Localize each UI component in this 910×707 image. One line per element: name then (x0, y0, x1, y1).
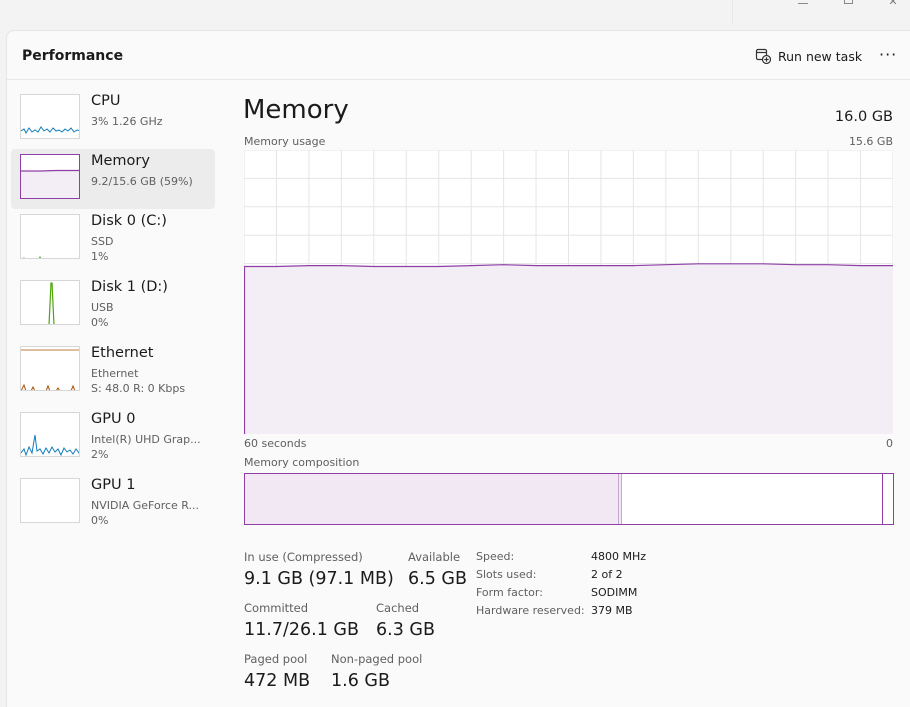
sidebar-item-label: Disk 1 (D:) (91, 279, 168, 295)
composition-in-use (245, 474, 621, 524)
non-paged-pool-value: 1.6 GB (331, 671, 390, 691)
usage-area (244, 263, 893, 434)
cpu-thumbnail (20, 94, 80, 139)
sidebar-item-ethernet[interactable]: Ethernet Ethernet S: 48.0 R: 0 Kbps (11, 341, 215, 401)
time-axis-end: 0 (886, 437, 893, 450)
title-bar: ✕ (0, 0, 910, 30)
sidebar-item-detail: 0% (91, 514, 109, 527)
usage-graph-max: 15.6 GB (848, 135, 893, 148)
available-value: 6.5 GB (408, 569, 467, 589)
sidebar-item-gpu-0[interactable]: GPU 0 Intel(R) UHD Grap... 2% (11, 407, 215, 467)
sidebar-item-gpu-1[interactable]: GPU 1 NVIDIA GeForce R... 0% (11, 473, 215, 533)
sidebar-item-label: CPU (91, 93, 121, 109)
sidebar-item-detail: USB (91, 301, 114, 314)
sidebar-item-detail: 9.2/15.6 GB (59%) (91, 175, 193, 188)
sidebar-item-label: Memory (91, 153, 150, 169)
composition-standby-separator (621, 474, 622, 524)
speed-label: Speed: (476, 550, 515, 563)
sidebar-item-detail: S: 48.0 R: 0 Kbps (91, 382, 186, 395)
title-bar-separator (732, 0, 733, 24)
paged-pool-label: Paged pool (244, 652, 308, 666)
performance-panel: Performance Run new task ··· CPU 3% 1.26… (6, 30, 910, 707)
committed-value: 11.7/26.1 GB (244, 620, 359, 640)
sidebar-item-label: Disk 0 (C:) (91, 213, 167, 229)
gpu-1-thumbnail (20, 478, 80, 523)
page-title: Performance (22, 48, 124, 64)
sidebar-item-detail: Intel(R) UHD Grap... (91, 433, 201, 446)
hardware-reserved-value: 379 MB (591, 604, 633, 617)
time-axis-label: 60 seconds (244, 437, 307, 450)
sidebar-item-disk-1[interactable]: Disk 1 (D:) USB 0% (11, 275, 215, 335)
form-factor-label: Form factor: (476, 586, 543, 599)
composition-free-separator (882, 474, 883, 524)
available-label: Available (408, 550, 461, 564)
committed-label: Committed (244, 601, 309, 615)
panel-header: Performance Run new task ··· (7, 31, 910, 80)
run-task-icon (755, 48, 771, 64)
in-use-value: 9.1 GB (97.1 MB) (244, 569, 394, 589)
sidebar-item-detail: 2% (91, 448, 109, 461)
memory-composition-bar (244, 473, 894, 525)
sidebar-item-label: Ethernet (91, 345, 154, 361)
sidebar-item-cpu[interactable]: CPU 3% 1.26 GHz (11, 89, 215, 149)
disk-1-thumbnail (20, 280, 80, 325)
close-button[interactable]: ✕ (883, 0, 903, 8)
in-use-label: In use (Compressed) (244, 550, 363, 564)
form-factor-value: SODIMM (591, 586, 638, 599)
run-new-task-button[interactable]: Run new task (755, 46, 862, 66)
sidebar-item-memory[interactable]: Memory 9.2/15.6 GB (59%) (11, 149, 215, 209)
sidebar-item-disk-0[interactable]: Disk 0 (C:) SSD 1% (11, 209, 215, 269)
non-paged-pool-label: Non-paged pool (331, 652, 423, 666)
run-new-task-label: Run new task (778, 48, 863, 64)
paged-pool-value: 472 MB (244, 671, 311, 691)
usage-graph-label: Memory usage (244, 135, 326, 148)
minimize-icon (798, 2, 808, 4)
slots-used-label: Slots used: (476, 568, 537, 581)
minimize-button[interactable] (793, 0, 813, 8)
sidebar-item-detail: 3% 1.26 GHz (91, 115, 163, 128)
speed-value: 4800 MHz (591, 550, 647, 563)
memory-usage-graph (244, 150, 893, 434)
resource-title: Memory (243, 95, 349, 125)
slots-used-value: 2 of 2 (591, 568, 623, 581)
sidebar-item-label: GPU 0 (91, 411, 136, 427)
composition-modified-separator (618, 474, 619, 524)
sidebar-item-detail: 1% (91, 250, 109, 263)
maximize-icon (843, 0, 853, 4)
ethernet-thumbnail (20, 346, 80, 391)
sidebar-item-detail: NVIDIA GeForce R... (91, 499, 200, 512)
hardware-reserved-label: Hardware reserved: (476, 604, 585, 617)
more-options-button[interactable]: ··· (879, 45, 897, 64)
maximize-button[interactable] (838, 0, 858, 8)
cached-label: Cached (376, 601, 420, 615)
gpu-0-thumbnail (20, 412, 80, 457)
disk-0-thumbnail (20, 214, 80, 259)
memory-thumbnail (20, 154, 80, 199)
total-memory: 16.0 GB (834, 109, 893, 125)
composition-label: Memory composition (244, 456, 360, 469)
sidebar-item-detail: 0% (91, 316, 109, 329)
cached-value: 6.3 GB (376, 620, 435, 640)
sidebar-item-label: GPU 1 (91, 477, 136, 493)
sidebar-item-detail: SSD (91, 235, 114, 248)
sidebar-item-detail: Ethernet (91, 367, 139, 380)
close-icon: ✕ (888, 0, 898, 8)
